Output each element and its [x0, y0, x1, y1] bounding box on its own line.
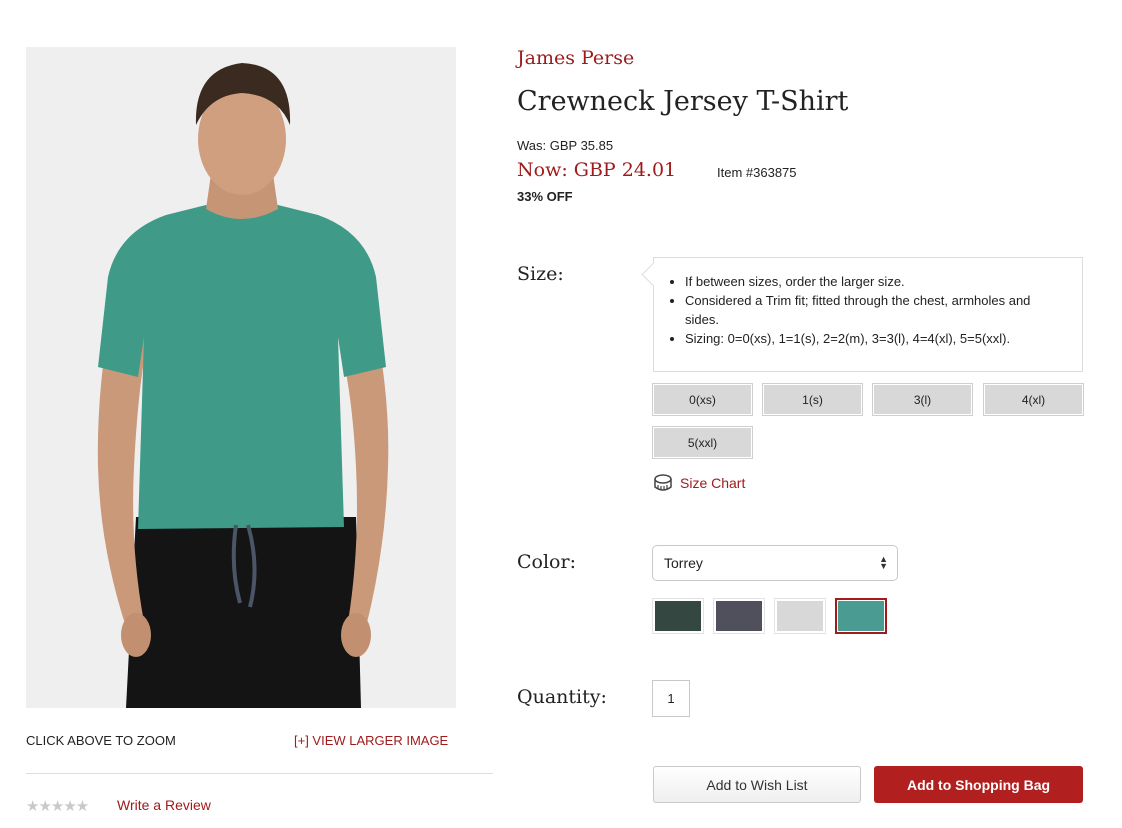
color-swatch-dark-green[interactable] [652, 598, 704, 634]
color-select-value: Torrey [664, 555, 703, 571]
size-chart-label: Size Chart [680, 475, 746, 491]
swatch-fill [716, 601, 762, 631]
item-number: Item #363875 [717, 165, 797, 180]
brand-link[interactable]: James Perse [517, 47, 634, 69]
select-arrows-icon: ▲ ▼ [879, 554, 888, 571]
add-to-shopping-bag-button[interactable]: Add to Shopping Bag [874, 766, 1083, 803]
color-swatch-light-grey[interactable] [774, 598, 826, 634]
size-chart-link[interactable]: Size Chart [653, 473, 745, 493]
quantity-input[interactable]: 1 [652, 680, 690, 717]
write-review-link[interactable]: Write a Review [117, 797, 211, 813]
zoom-hint: CLICK ABOVE TO ZOOM [26, 733, 176, 748]
model-photo [26, 47, 456, 708]
swatch-fill [655, 601, 701, 631]
now-price: Now: GBP 24.01 [517, 159, 677, 181]
size-option-l[interactable]: 3(l) [872, 383, 973, 416]
product-image[interactable] [26, 47, 456, 708]
measuring-tape-icon [653, 473, 673, 493]
size-label: Size: [517, 263, 564, 285]
swatch-fill [777, 601, 823, 631]
size-option-xl[interactable]: 4(xl) [983, 383, 1084, 416]
size-option-xxl[interactable]: 5(xxl) [652, 426, 753, 459]
size-option-xs[interactable]: 0(xs) [652, 383, 753, 416]
divider [26, 773, 493, 774]
size-tips-tooltip: If between sizes, order the larger size.… [653, 257, 1083, 372]
size-option-s[interactable]: 1(s) [762, 383, 863, 416]
size-tip: Sizing: 0=0(xs), 1=1(s), 2=2(m), 3=3(l),… [668, 329, 1064, 348]
view-larger-image-link[interactable]: [+] VIEW LARGER IMAGE [294, 733, 448, 748]
color-swatch-charcoal[interactable] [713, 598, 765, 634]
color-label: Color: [517, 551, 576, 573]
color-swatch-torrey[interactable] [835, 598, 887, 634]
was-price: Was: GBP 35.85 [517, 138, 614, 153]
rating-stars-icon: ★★★★★ [26, 798, 89, 815]
product-title: Crewneck Jersey T-Shirt [517, 86, 849, 117]
color-select[interactable]: Torrey ▲ ▼ [652, 545, 898, 581]
size-tips-list: If between sizes, order the larger size.… [668, 272, 1064, 348]
size-tip: If between sizes, order the larger size. [668, 272, 1064, 291]
swatch-fill [838, 601, 884, 631]
discount-badge: 33% OFF [517, 189, 573, 204]
quantity-label: Quantity: [517, 686, 607, 708]
add-to-wish-list-button[interactable]: Add to Wish List [653, 766, 861, 803]
size-tip: Considered a Trim fit; fitted through th… [668, 291, 1064, 329]
